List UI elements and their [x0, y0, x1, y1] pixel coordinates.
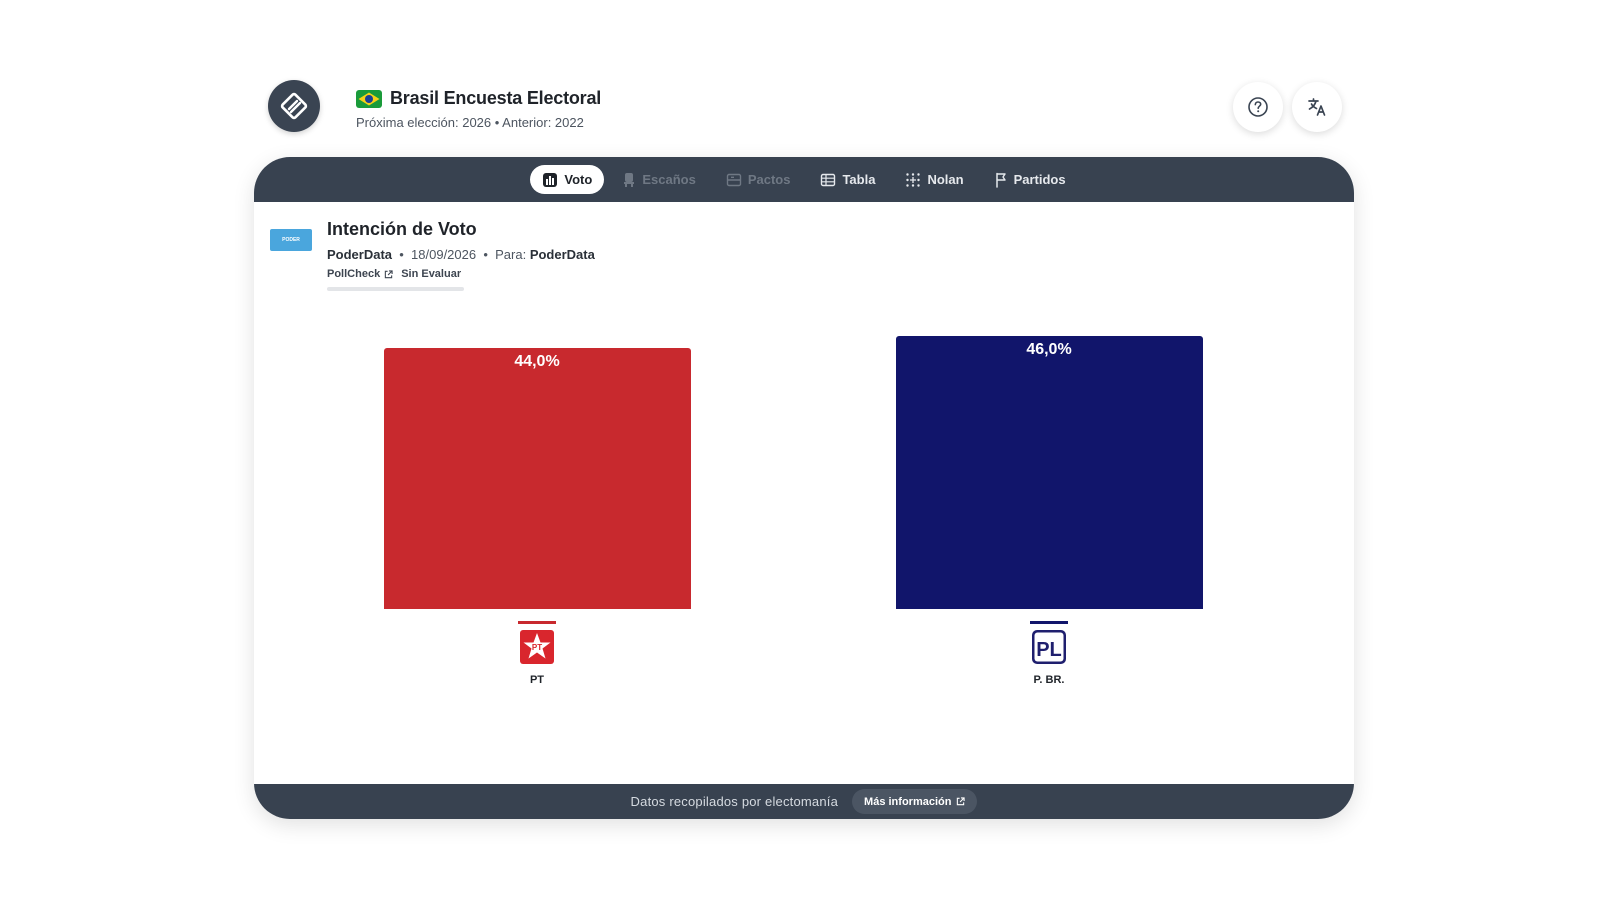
party-label[interactable]: PT PT — [477, 621, 597, 686]
more-info-label: Más información — [864, 795, 952, 808]
svg-text:PL: PL — [1036, 639, 1062, 661]
app-title: Brasil Encuesta Electoral — [390, 88, 602, 108]
pl-logo-icon: PL — [1031, 629, 1067, 665]
bar-value-label: 46,0% — [1026, 341, 1072, 358]
pen-diamond-icon[interactable] — [268, 80, 320, 132]
party-name: P. BR. — [1033, 674, 1065, 686]
external-link-icon — [957, 797, 966, 806]
title-block: Brasil Encuesta Electoral Próxima elecci… — [356, 88, 601, 130]
footer-text: Datos recopilados por electomanía — [630, 794, 839, 809]
chart-bar[interactable] — [383, 348, 691, 609]
pt-logo-icon: PT — [519, 629, 555, 665]
bar-value-label: 44,0% — [514, 353, 560, 370]
main-card: Voto Escaños Pactos Tabla Nolan Partidos… — [254, 157, 1354, 819]
card-footer: Datos recopilados por electomanía Más in… — [254, 784, 1354, 819]
translate-icon — [1308, 98, 1326, 116]
app-header: Brasil Encuesta Electoral Próxima elecci… — [268, 80, 1343, 136]
more-info-button[interactable]: Más información — [852, 789, 978, 814]
help-button[interactable] — [1233, 82, 1283, 132]
party-color-line — [1030, 621, 1068, 624]
party-color-line — [518, 621, 556, 624]
svg-text:PT: PT — [532, 643, 542, 652]
party-label[interactable]: PL P. BR. — [989, 621, 1109, 686]
brazil-flag-icon — [356, 89, 382, 108]
party-name: PT — [529, 674, 545, 686]
language-button[interactable] — [1292, 82, 1342, 132]
help-icon — [1248, 97, 1268, 117]
vote-chart: 44,0% PT PT 46,0% PL P. BR. — [254, 157, 1354, 819]
chart-bar[interactable] — [895, 336, 1203, 609]
election-subtitle: Próxima elección: 2026 • Anterior: 2022 — [356, 115, 584, 130]
